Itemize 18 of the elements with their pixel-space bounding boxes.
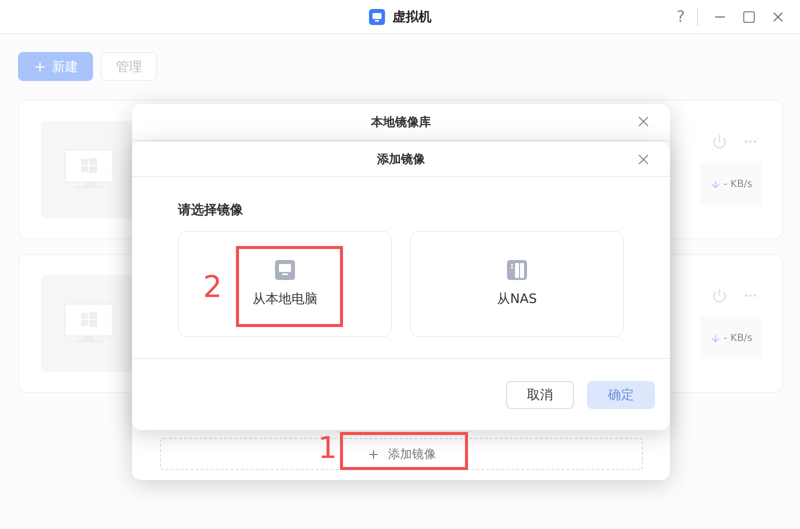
plus-icon bbox=[33, 60, 47, 74]
speed-text: - KB/s bbox=[724, 178, 752, 190]
computer-icon bbox=[275, 260, 295, 280]
prompt-label: 请选择镜像 bbox=[178, 202, 244, 219]
cancel-button[interactable]: 取消 bbox=[506, 381, 574, 409]
source-option[interactable]: 从NAS bbox=[410, 231, 624, 337]
dialog-title: 本地镜像库 bbox=[371, 114, 431, 130]
arrow-down-icon bbox=[710, 178, 721, 190]
window-title: 虚拟机 bbox=[392, 8, 432, 26]
maximize-icon[interactable] bbox=[742, 10, 756, 24]
app-icon bbox=[368, 8, 384, 24]
help-button[interactable]: ? bbox=[676, 8, 698, 26]
plus-icon bbox=[367, 448, 380, 460]
arrow-down-icon bbox=[710, 332, 721, 344]
dialog-title: 添加镜像 bbox=[377, 150, 425, 168]
nas-icon bbox=[507, 260, 527, 280]
speed-text: - KB/s bbox=[724, 332, 752, 344]
annotation-number: 2 bbox=[203, 273, 222, 303]
